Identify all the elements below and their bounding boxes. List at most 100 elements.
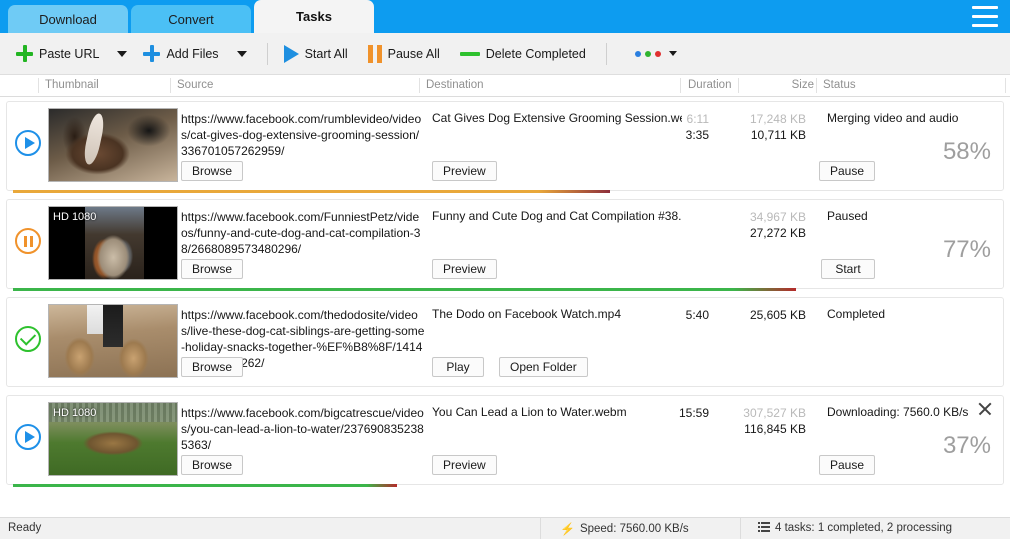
preview-button[interactable]: Preview xyxy=(432,161,497,181)
thumbnail-image xyxy=(49,109,177,181)
task-size: 17,248 KB 10,711 KB xyxy=(742,111,806,143)
column-header-source[interactable]: Source xyxy=(177,79,213,91)
play-icon xyxy=(284,45,299,63)
task-percent: 58% xyxy=(943,138,991,166)
task-source-url: https://www.facebook.com/FunniestPetz/vi… xyxy=(181,209,425,257)
column-divider[interactable] xyxy=(816,78,817,93)
task-size-done: 10,711 KB xyxy=(742,127,806,143)
pause-button[interactable]: Pause xyxy=(819,455,875,475)
paste-url-label: Paste URL xyxy=(39,47,99,61)
preview-button[interactable]: Preview xyxy=(432,259,497,279)
pause-all-label: Pause All xyxy=(388,47,440,61)
dot-blue-icon xyxy=(635,51,641,57)
column-header-thumbnail[interactable]: Thumbnail xyxy=(45,79,99,91)
task-row[interactable]: HD 1080 https://www.facebook.com/Funnies… xyxy=(6,199,1004,289)
plus-icon xyxy=(16,45,33,62)
column-divider[interactable] xyxy=(738,78,739,93)
hd-badge: HD 1080 xyxy=(53,211,96,223)
status-tasks-label: 4 tasks: 1 completed, 2 processing xyxy=(775,522,952,534)
status-bar: Ready ⚡ Speed: 7560.00 KB/s 4 tasks: 1 c… xyxy=(0,517,1010,539)
preview-button[interactable]: Preview xyxy=(432,455,497,475)
task-thumbnail[interactable]: HD 1080 xyxy=(48,402,178,476)
task-status-text: Merging video and audio xyxy=(827,111,958,125)
task-size-total: 17,248 KB xyxy=(742,111,806,127)
tab-download[interactable]: Download xyxy=(8,5,128,33)
toolbar: Paste URL Add Files Start All Pause All … xyxy=(0,33,1010,75)
tab-tasks[interactable]: Tasks xyxy=(254,0,374,33)
browse-button[interactable]: Browse xyxy=(181,161,243,181)
task-source-url: https://www.facebook.com/bigcatrescue/vi… xyxy=(181,405,425,453)
task-size-total: 25,605 KB xyxy=(742,307,806,323)
browse-button[interactable]: Browse xyxy=(181,357,243,377)
tab-tasks-label: Tasks xyxy=(296,9,332,24)
status-ready: Ready xyxy=(8,522,41,534)
task-thumbnail[interactable] xyxy=(48,304,178,378)
column-header-duration[interactable]: Duration xyxy=(688,79,731,91)
dot-green-icon xyxy=(645,51,651,57)
task-list[interactable]: https://www.facebook.com/rumblevideo/vid… xyxy=(0,97,1010,517)
pause-button[interactable]: Pause xyxy=(819,161,875,181)
toolbar-divider xyxy=(606,43,607,65)
task-duration: 5:40 xyxy=(651,307,709,323)
tab-convert-label: Convert xyxy=(168,12,214,27)
open-folder-button[interactable]: Open Folder xyxy=(499,357,588,377)
browse-button[interactable]: Browse xyxy=(181,455,243,475)
column-divider[interactable] xyxy=(38,78,39,93)
add-files-dropdown-icon[interactable] xyxy=(237,51,247,57)
task-progress-fill xyxy=(13,288,796,291)
task-progress-bar xyxy=(13,190,1010,193)
status-tasks: 4 tasks: 1 completed, 2 processing xyxy=(758,522,952,534)
task-thumbnail[interactable]: HD 1080 xyxy=(48,206,178,280)
column-divider[interactable] xyxy=(419,78,420,93)
chevron-down-icon xyxy=(669,51,677,56)
browse-button[interactable]: Browse xyxy=(181,259,243,279)
tab-convert[interactable]: Convert xyxy=(131,5,251,33)
paste-url-dropdown-icon[interactable] xyxy=(117,51,127,57)
column-divider[interactable] xyxy=(1005,78,1006,93)
add-files-button[interactable]: Add Files xyxy=(137,39,224,69)
column-header-row: Thumbnail Source Destination Duration Si… xyxy=(0,75,1010,97)
pause-all-button[interactable]: Pause All xyxy=(362,39,446,69)
column-header-size[interactable]: Size xyxy=(792,79,814,91)
task-row[interactable]: HD 1080 https://www.facebook.com/bigcatr… xyxy=(6,395,1004,485)
lightning-icon: ⚡ xyxy=(560,522,575,536)
column-divider[interactable] xyxy=(680,78,681,93)
pause-circle-icon[interactable] xyxy=(15,228,43,256)
status-divider xyxy=(740,518,741,539)
play-circle-icon[interactable] xyxy=(15,424,43,452)
delete-completed-button[interactable]: Delete Completed xyxy=(454,39,592,69)
column-header-destination[interactable]: Destination xyxy=(426,79,484,91)
task-duration: 15:59 xyxy=(651,405,709,421)
close-icon[interactable] xyxy=(976,400,994,418)
task-size-done: 116,845 KB xyxy=(742,421,806,437)
minus-icon xyxy=(460,52,480,56)
task-size: 307,527 KB 116,845 KB xyxy=(742,405,806,437)
task-duration-total: 15:59 xyxy=(651,405,709,421)
task-percent: 77% xyxy=(943,236,991,264)
hamburger-icon[interactable] xyxy=(972,6,998,27)
title-tab-bar: Download Convert Tasks xyxy=(0,0,1010,33)
task-status-text: Paused xyxy=(827,209,868,223)
task-row[interactable]: https://www.facebook.com/thedodosite/vid… xyxy=(6,297,1004,387)
toolbar-divider xyxy=(267,43,268,65)
dot-red-icon xyxy=(655,51,661,57)
task-destination-name: Funny and Cute Dog and Cat Compilation #… xyxy=(432,209,682,223)
task-row[interactable]: https://www.facebook.com/rumblevideo/vid… xyxy=(6,101,1004,191)
more-options-button[interactable] xyxy=(629,51,683,57)
task-duration-total: 6:11 xyxy=(651,111,709,127)
column-divider[interactable] xyxy=(170,78,171,93)
play-button[interactable]: Play xyxy=(432,357,484,377)
task-thumbnail[interactable] xyxy=(48,108,178,182)
play-circle-icon[interactable] xyxy=(15,130,43,158)
check-circle-icon[interactable] xyxy=(15,326,43,354)
start-button[interactable]: Start xyxy=(821,259,875,279)
start-all-button[interactable]: Start All xyxy=(278,39,354,69)
delete-completed-label: Delete Completed xyxy=(486,47,586,61)
task-duration-done: 3:35 xyxy=(651,127,709,143)
paste-url-button[interactable]: Paste URL xyxy=(10,39,105,69)
task-destination-name: Cat Gives Dog Extensive Grooming Session… xyxy=(432,111,682,125)
task-size: 25,605 KB xyxy=(742,307,806,323)
task-progress-bar xyxy=(13,288,1010,291)
column-header-status[interactable]: Status xyxy=(823,79,856,91)
start-all-label: Start All xyxy=(305,47,348,61)
